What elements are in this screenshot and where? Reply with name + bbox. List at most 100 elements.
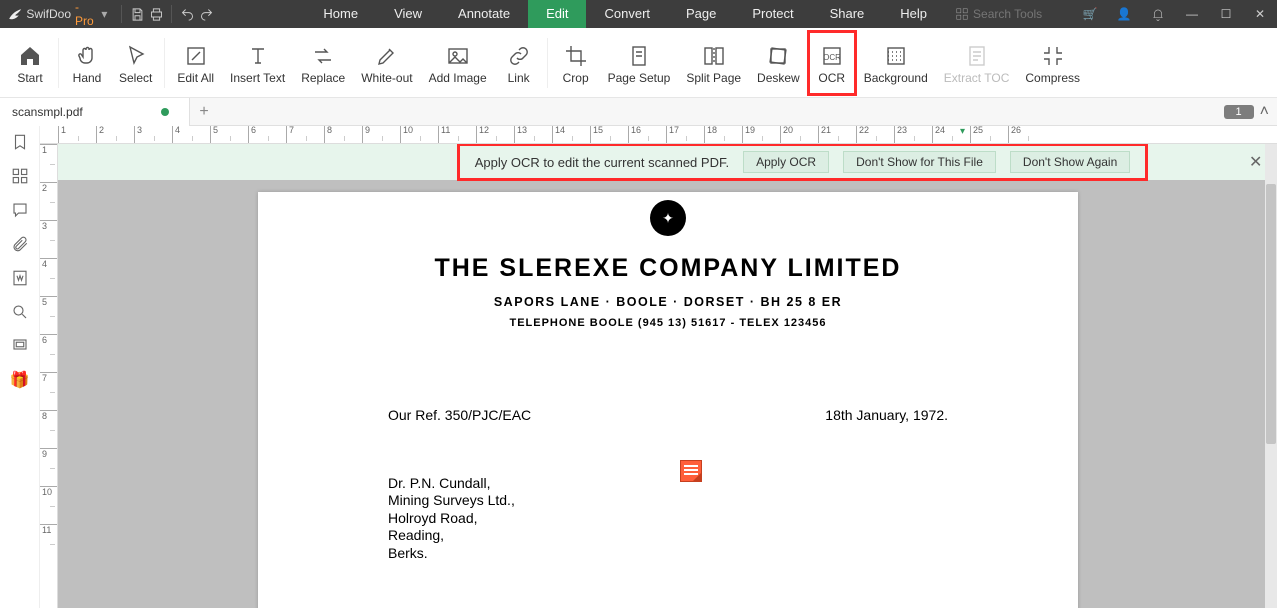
- ribbon-deskew[interactable]: Deskew: [749, 31, 808, 95]
- search-tools[interactable]: [955, 7, 1073, 21]
- hand-icon: [75, 41, 99, 71]
- ribbon-label: Start: [17, 71, 42, 85]
- attachments-icon[interactable]: [10, 234, 30, 254]
- ocr-icon: OCR: [820, 41, 844, 71]
- cart-icon[interactable]: 🛒: [1073, 0, 1107, 28]
- ribbon-select[interactable]: Select: [111, 31, 160, 95]
- letter-recipient: Dr. P.N. Cundall,Mining Surveys Ltd.,Hol…: [388, 475, 948, 563]
- close-button[interactable]: ✕: [1243, 0, 1277, 28]
- ribbon-label: Edit All: [177, 71, 214, 85]
- ribbon-label: OCR: [818, 71, 845, 85]
- letter-address-line: SAPORS LANE · BOOLE · DORSET · BH 25 8 E…: [258, 295, 1078, 309]
- ribbon-editall[interactable]: Edit All: [169, 31, 222, 95]
- ribbon-label: Insert Text: [230, 71, 285, 85]
- app-suffix: -Pro: [75, 0, 95, 28]
- thumbnails-icon[interactable]: [10, 166, 30, 186]
- stamp-icon[interactable]: [10, 336, 30, 356]
- word-export-icon[interactable]: [10, 268, 30, 288]
- maximize-button[interactable]: ☐: [1209, 0, 1243, 28]
- compress-icon: [1041, 41, 1065, 71]
- sticky-note-icon[interactable]: [680, 460, 702, 482]
- ribbon-compress[interactable]: Compress: [1017, 31, 1088, 95]
- menu-page[interactable]: Page: [668, 0, 734, 28]
- apply-ocr-button[interactable]: Apply OCR: [743, 151, 829, 173]
- menu-home[interactable]: Home: [305, 0, 376, 28]
- ribbon-label: Hand: [73, 71, 102, 85]
- whiteout-icon: [375, 41, 399, 71]
- menu-convert[interactable]: Convert: [586, 0, 668, 28]
- ribbon-label: White-out: [361, 71, 412, 85]
- ocr-notice-text: Apply OCR to edit the current scanned PD…: [475, 155, 729, 170]
- profile-icon[interactable]: 👤: [1107, 0, 1141, 28]
- menu-protect[interactable]: Protect: [734, 0, 811, 28]
- search-tools-input[interactable]: [973, 7, 1073, 21]
- ribbon-label: Background: [864, 71, 928, 85]
- select-icon: [124, 41, 148, 71]
- dont-show-again-button[interactable]: Don't Show Again: [1010, 151, 1130, 173]
- page-indicator[interactable]: 1: [1224, 105, 1254, 119]
- scrollbar-thumb[interactable]: [1266, 184, 1276, 444]
- gift-icon[interactable]: 🎁: [10, 370, 30, 390]
- redo-button[interactable]: [197, 0, 216, 28]
- ribbon-background[interactable]: Background: [856, 31, 936, 95]
- menu-help[interactable]: Help: [882, 0, 945, 28]
- ribbon-link[interactable]: Link: [495, 31, 543, 95]
- save-button[interactable]: [128, 0, 147, 28]
- modified-dot-icon: [161, 108, 169, 116]
- letter-title: THE SLEREXE COMPANY LIMITED: [258, 254, 1078, 283]
- tab-filename: scansmpl.pdf: [12, 105, 83, 119]
- start-icon: [18, 41, 42, 71]
- ruler-horizontal: ▾ 12345678910111213141516171819202122232…: [40, 126, 1277, 144]
- ribbon-extracttoc: Extract TOC: [936, 31, 1018, 95]
- canvas-area: ▾ 12345678910111213141516171819202122232…: [40, 126, 1277, 608]
- letter-address-line: Dr. P.N. Cundall,: [388, 475, 948, 493]
- ribbon-whiteout[interactable]: White-out: [353, 31, 420, 95]
- letter-address-line: Mining Surveys Ltd.,: [388, 492, 948, 510]
- replace-icon: [311, 41, 335, 71]
- page-view[interactable]: THE SLEREXE COMPANY LIMITED SAPORS LANE …: [258, 192, 1078, 608]
- letter-address-line: Holroyd Road,: [388, 510, 948, 528]
- extracttoc-icon: [965, 41, 989, 71]
- bell-icon[interactable]: [1141, 0, 1175, 28]
- ribbon-inserttext[interactable]: Insert Text: [222, 31, 293, 95]
- undo-button[interactable]: [178, 0, 197, 28]
- vertical-scrollbar[interactable]: [1265, 144, 1277, 608]
- bookmark-icon[interactable]: [10, 132, 30, 152]
- letter-ref: Our Ref. 350/PJC/EAC: [388, 407, 531, 425]
- ribbon-label: Replace: [301, 71, 345, 85]
- dropdown-icon[interactable]: ▾: [101, 7, 107, 21]
- canvas[interactable]: Apply OCR to edit the current scanned PD…: [58, 144, 1277, 608]
- add-tab-button[interactable]: +: [190, 103, 218, 121]
- tabstrip: scansmpl.pdf + 1 ˄: [0, 98, 1277, 126]
- ribbon-pagesetup[interactable]: Page Setup: [600, 31, 679, 95]
- ribbon-start[interactable]: Start: [6, 31, 54, 95]
- company-seal-icon: [650, 200, 686, 236]
- ribbon-addimage[interactable]: Add Image: [421, 31, 495, 95]
- print-button[interactable]: [147, 0, 166, 28]
- document-tab[interactable]: scansmpl.pdf: [0, 98, 190, 126]
- app-logo: SwifDoo-Pro ▾: [0, 0, 115, 28]
- ribbon: Start Hand Select Edit All Insert Text Replac…: [0, 28, 1277, 98]
- ruler-vertical: 1234567891011: [40, 144, 58, 608]
- ribbon-label: Select: [119, 71, 152, 85]
- chevron-up-icon[interactable]: ˄: [1260, 103, 1269, 121]
- ribbon-crop[interactable]: Crop: [552, 31, 600, 95]
- titlebar: SwifDoo-Pro ▾ HomeViewAnnotateEditConver…: [0, 0, 1277, 28]
- ribbon-splitpage[interactable]: Split Page: [678, 31, 749, 95]
- letter-address-line: Berks.: [388, 545, 948, 563]
- comments-icon[interactable]: [10, 200, 30, 220]
- ribbon-replace[interactable]: Replace: [293, 31, 353, 95]
- ribbon-ocr[interactable]: OCROCR: [808, 31, 856, 95]
- workarea: 🎁 ▾ 123456789101112131415161718192021222…: [0, 126, 1277, 608]
- ribbon-label: Link: [508, 71, 530, 85]
- menu-edit[interactable]: Edit: [528, 0, 586, 28]
- pagesetup-icon: [627, 41, 651, 71]
- ribbon-hand[interactable]: Hand: [63, 31, 111, 95]
- menu-annotate[interactable]: Annotate: [440, 0, 528, 28]
- menu-share[interactable]: Share: [812, 0, 883, 28]
- dont-show-file-button[interactable]: Don't Show for This File: [843, 151, 996, 173]
- search-icon[interactable]: [10, 302, 30, 322]
- minimize-button[interactable]: —: [1175, 0, 1209, 28]
- menu-view[interactable]: View: [376, 0, 440, 28]
- bird-icon: [8, 6, 22, 22]
